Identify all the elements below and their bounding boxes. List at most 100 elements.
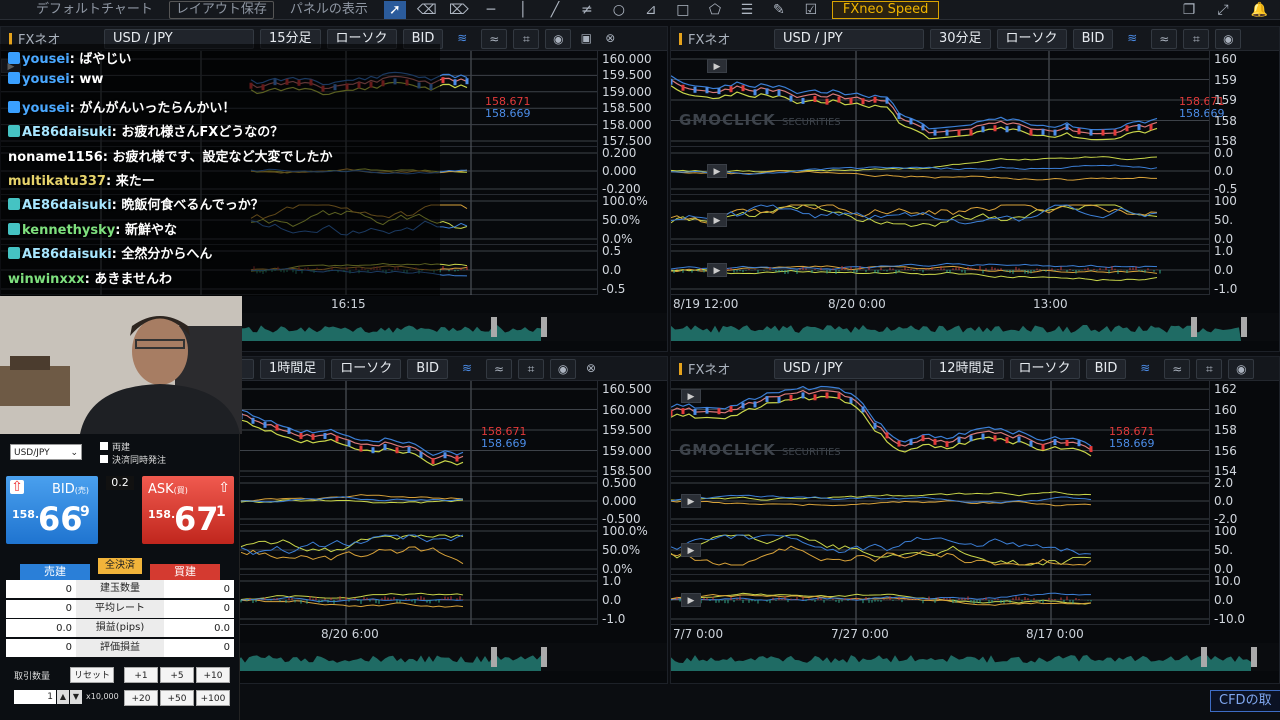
hline-tool-icon[interactable]: ─ bbox=[480, 1, 502, 19]
window-restore-icon[interactable]: ❐ bbox=[1183, 2, 1196, 18]
inc-50-button[interactable]: +50 bbox=[160, 690, 194, 706]
bell-icon[interactable]: 🔔 bbox=[1251, 2, 1268, 18]
inc-100-button[interactable]: +100 bbox=[196, 690, 230, 706]
close-icon[interactable]: ⊗ bbox=[582, 359, 600, 379]
indicator-icon[interactable]: ≈ bbox=[481, 28, 508, 49]
play-icon[interactable]: ▶ bbox=[707, 164, 727, 178]
bid-sup: 9 bbox=[80, 504, 90, 520]
chart-settings-icon[interactable]: ⌗ bbox=[513, 28, 540, 49]
play-icon[interactable]: ▶ bbox=[707, 263, 727, 277]
inc-1-button[interactable]: +1 bbox=[124, 667, 158, 683]
candlestick bbox=[837, 393, 841, 400]
play-icon[interactable]: ▶ bbox=[707, 59, 727, 73]
bid-ask-select[interactable]: BID bbox=[407, 358, 449, 379]
collapse-icon[interactable]: ≋ bbox=[1119, 29, 1145, 49]
reset-button[interactable]: リセット bbox=[70, 667, 114, 683]
rect-tool-icon[interactable]: □ bbox=[672, 1, 694, 19]
x-tick-label: 8/20 6:00 bbox=[321, 627, 379, 641]
bid-ask-select[interactable]: BID bbox=[1085, 358, 1127, 379]
interval-select[interactable]: 30分足 bbox=[930, 28, 991, 49]
play-icon[interactable]: ▶ bbox=[681, 593, 701, 607]
qty-unit: x10,000 bbox=[86, 692, 119, 701]
play-icon[interactable]: ▶ bbox=[707, 213, 727, 227]
play-icon[interactable]: ▶ bbox=[681, 543, 701, 557]
buy-tab[interactable]: 買建 bbox=[150, 564, 220, 580]
candlestick bbox=[395, 447, 399, 454]
collapse-icon[interactable]: ≋ bbox=[1132, 359, 1158, 379]
play-icon[interactable]: ▶ bbox=[681, 389, 701, 403]
expand-icon[interactable]: ⤢ bbox=[1217, 2, 1228, 18]
chart-type-select[interactable]: ローソク bbox=[331, 358, 402, 379]
osc2-chart: ▶ bbox=[671, 195, 1209, 245]
pentagon-tool-icon[interactable]: ⬠ bbox=[704, 1, 726, 19]
option-simultaneous[interactable]: 決済同時発注 bbox=[100, 453, 166, 466]
row-label: 評価損益 bbox=[76, 638, 164, 657]
chart-settings-icon[interactable]: ⌗ bbox=[518, 358, 545, 379]
candlestick bbox=[861, 406, 865, 413]
channel-tool-icon[interactable]: ≠ bbox=[576, 1, 598, 19]
x-tick-label: 16:15 bbox=[331, 297, 366, 311]
check-tool-icon[interactable]: ☑ bbox=[800, 1, 822, 19]
navigator-bar[interactable] bbox=[671, 643, 1279, 671]
bid-sell-button[interactable]: ⇧ BID(売) 158. 66 9 bbox=[6, 476, 98, 544]
camera-icon[interactable]: ◉ bbox=[545, 28, 572, 49]
camera-icon[interactable]: ◉ bbox=[1215, 28, 1242, 49]
candlestick bbox=[993, 125, 997, 132]
qty-input[interactable]: 1 bbox=[14, 690, 56, 704]
bid-ask-select[interactable]: BID bbox=[1072, 28, 1114, 49]
navigator-handle-right bbox=[1251, 647, 1257, 667]
checkbox[interactable] bbox=[100, 455, 108, 463]
indicator-icon[interactable]: ≈ bbox=[1164, 358, 1191, 379]
close-icon[interactable]: ⊗ bbox=[601, 29, 619, 49]
qty-down-icon[interactable]: ▼ bbox=[70, 690, 82, 704]
webcam-feed bbox=[0, 296, 242, 434]
collapse-icon[interactable]: ≋ bbox=[449, 29, 475, 49]
interval-select[interactable]: 12時間足 bbox=[930, 358, 1004, 379]
close-all-button[interactable]: 全決済 bbox=[98, 558, 142, 574]
eraser-all-tool-icon[interactable]: ⌦ bbox=[448, 1, 470, 19]
trendline-tool-icon[interactable]: ╱ bbox=[544, 1, 566, 19]
candlestick bbox=[383, 444, 387, 451]
symbol-dropdown[interactable]: USD/JPY ⌄ bbox=[10, 444, 82, 460]
indicator-icon[interactable]: ≈ bbox=[1151, 28, 1178, 49]
inc-20-button[interactable]: +20 bbox=[124, 690, 158, 706]
symbol-select[interactable]: USD / JPY bbox=[774, 28, 924, 49]
chart-settings-icon[interactable]: ⌗ bbox=[1183, 28, 1210, 49]
navigator-bar[interactable] bbox=[671, 313, 1279, 341]
default-chart-menu[interactable]: デフォルトチャート bbox=[30, 1, 159, 19]
vline-tool-icon[interactable]: │ bbox=[512, 1, 534, 19]
candlestick bbox=[455, 455, 459, 462]
maximize-icon[interactable]: ▣ bbox=[577, 29, 595, 49]
play-icon[interactable]: ▶ bbox=[681, 494, 701, 508]
fxneo-speed-button[interactable]: FXneo Speed bbox=[831, 0, 940, 19]
chart-settings-icon[interactable]: ⌗ bbox=[1196, 358, 1223, 379]
qty-up-icon[interactable]: ▲ bbox=[57, 690, 69, 704]
lines-tool-icon[interactable]: ☰ bbox=[736, 1, 758, 19]
collapse-icon[interactable]: ≋ bbox=[454, 359, 480, 379]
chart-type-select[interactable]: ローソク bbox=[1009, 358, 1080, 379]
camera-icon[interactable]: ◉ bbox=[1228, 358, 1255, 379]
candlestick bbox=[741, 85, 745, 92]
candlestick bbox=[933, 438, 937, 445]
panel-display-menu[interactable]: パネルの表示 bbox=[284, 1, 374, 19]
chart-type-select[interactable]: ローソク bbox=[996, 28, 1067, 49]
ask-buy-button[interactable]: ASK(買) ⇧ 158. 67 1 bbox=[142, 476, 234, 544]
circle-tool-icon[interactable]: ○ bbox=[608, 1, 630, 19]
inc-10-button[interactable]: +10 bbox=[196, 667, 230, 683]
pencil-tool-icon[interactable]: ✎ bbox=[768, 1, 790, 19]
fib-tool-icon[interactable]: ⊿ bbox=[640, 1, 662, 19]
camera-icon[interactable]: ◉ bbox=[550, 358, 577, 379]
checkbox[interactable] bbox=[100, 442, 108, 450]
sell-value: 0 bbox=[65, 642, 72, 653]
sell-tab[interactable]: 売建 bbox=[20, 564, 90, 580]
layout-save-button[interactable]: レイアウト保存 bbox=[168, 0, 274, 19]
indicator-icon[interactable]: ≈ bbox=[486, 358, 513, 379]
cfd-button[interactable]: CFDの取 bbox=[1210, 690, 1280, 712]
option-hedge[interactable]: 両建 bbox=[100, 440, 130, 453]
eraser-tool-icon[interactable]: ⌫ bbox=[416, 1, 438, 19]
symbol-select[interactable]: USD / JPY bbox=[774, 358, 924, 379]
inc-5-button[interactable]: +5 bbox=[160, 667, 194, 683]
y-tick-label: 159.500 bbox=[602, 68, 652, 83]
interval-select[interactable]: 1時間足 bbox=[260, 358, 326, 379]
cursor-tool-icon[interactable]: ➚ bbox=[383, 0, 406, 19]
